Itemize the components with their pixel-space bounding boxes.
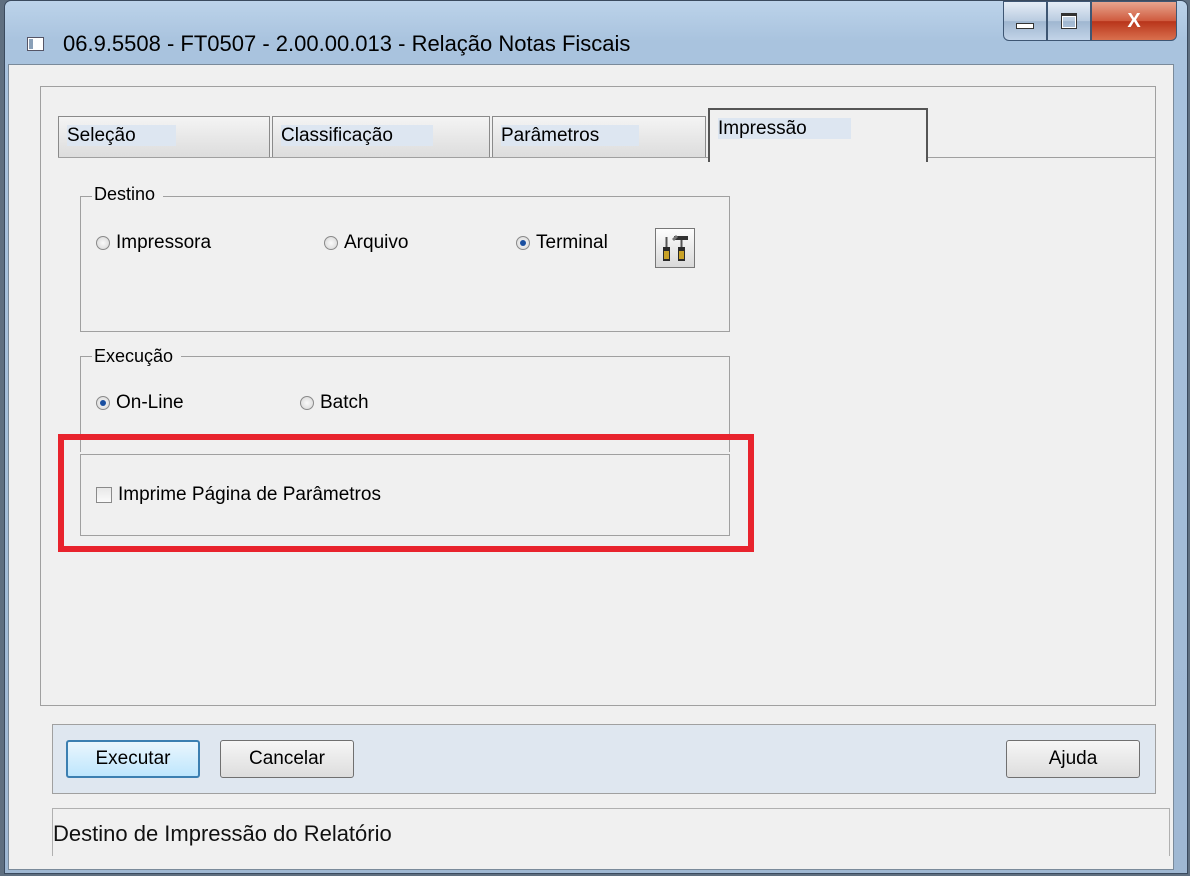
button-bar bbox=[52, 724, 1156, 794]
status-text: Destino de Impressão do Relatório bbox=[53, 821, 392, 846]
radio-label: Arquivo bbox=[344, 232, 409, 253]
radio-button[interactable] bbox=[300, 396, 314, 410]
window-icon[interactable] bbox=[27, 37, 44, 51]
configure-destination-button[interactable] bbox=[655, 228, 695, 268]
radio-online[interactable]: On-Line bbox=[96, 392, 184, 414]
radio-terminal[interactable]: Terminal bbox=[516, 232, 608, 254]
close-icon: X bbox=[1127, 9, 1141, 32]
radio-button[interactable] bbox=[516, 236, 530, 250]
imprime-parametros-checkbox-row[interactable]: Imprime Página de Parâmetros bbox=[96, 484, 381, 506]
radio-label: Terminal bbox=[536, 232, 608, 253]
executar-button[interactable]: Executar bbox=[66, 740, 200, 778]
tab-label: Seleção bbox=[67, 125, 176, 146]
window-title: 06.9.5508 - FT0507 - 2.00.00.013 - Relaç… bbox=[63, 31, 631, 56]
ajuda-button[interactable]: Ajuda bbox=[1006, 740, 1140, 778]
tab-classificacao[interactable]: Classificação bbox=[272, 116, 490, 158]
tab-label: Classificação bbox=[281, 125, 433, 146]
tab-label: Parâmetros bbox=[501, 125, 640, 146]
minimize-icon bbox=[1016, 23, 1034, 29]
destino-group bbox=[80, 196, 730, 332]
close-button[interactable]: X bbox=[1091, 1, 1177, 41]
radio-label: On-Line bbox=[116, 392, 184, 413]
radio-impressora[interactable]: Impressora bbox=[96, 232, 211, 254]
destino-title: Destino bbox=[92, 184, 164, 205]
tab-label: Impressão bbox=[718, 118, 851, 139]
maximize-icon bbox=[1061, 13, 1077, 29]
tab-impressao[interactable]: Impressão bbox=[708, 108, 928, 162]
execucao-title: Execução bbox=[92, 346, 182, 367]
checkbox-label: Imprime Página de Parâmetros bbox=[118, 484, 381, 505]
radio-label: Batch bbox=[320, 392, 369, 413]
radio-arquivo[interactable]: Arquivo bbox=[324, 232, 408, 254]
radio-label: Impressora bbox=[116, 232, 212, 253]
minimize-button[interactable] bbox=[1003, 1, 1047, 41]
radio-button[interactable] bbox=[96, 396, 110, 410]
tools-icon bbox=[663, 235, 688, 261]
radio-batch[interactable]: Batch bbox=[300, 392, 369, 414]
maximize-button[interactable] bbox=[1047, 1, 1091, 41]
window-controls: X bbox=[1003, 1, 1177, 41]
tab-divider bbox=[58, 157, 1156, 158]
status-bar: Destino de Impressão do Relatório bbox=[52, 808, 1170, 856]
imprime-parametros-checkbox[interactable] bbox=[96, 487, 112, 503]
cancelar-button[interactable]: Cancelar bbox=[220, 740, 354, 778]
tab-selecao[interactable]: Seleção bbox=[58, 116, 270, 158]
radio-button[interactable] bbox=[324, 236, 338, 250]
radio-button[interactable] bbox=[96, 236, 110, 250]
tab-parametros[interactable]: Parâmetros bbox=[492, 116, 706, 158]
